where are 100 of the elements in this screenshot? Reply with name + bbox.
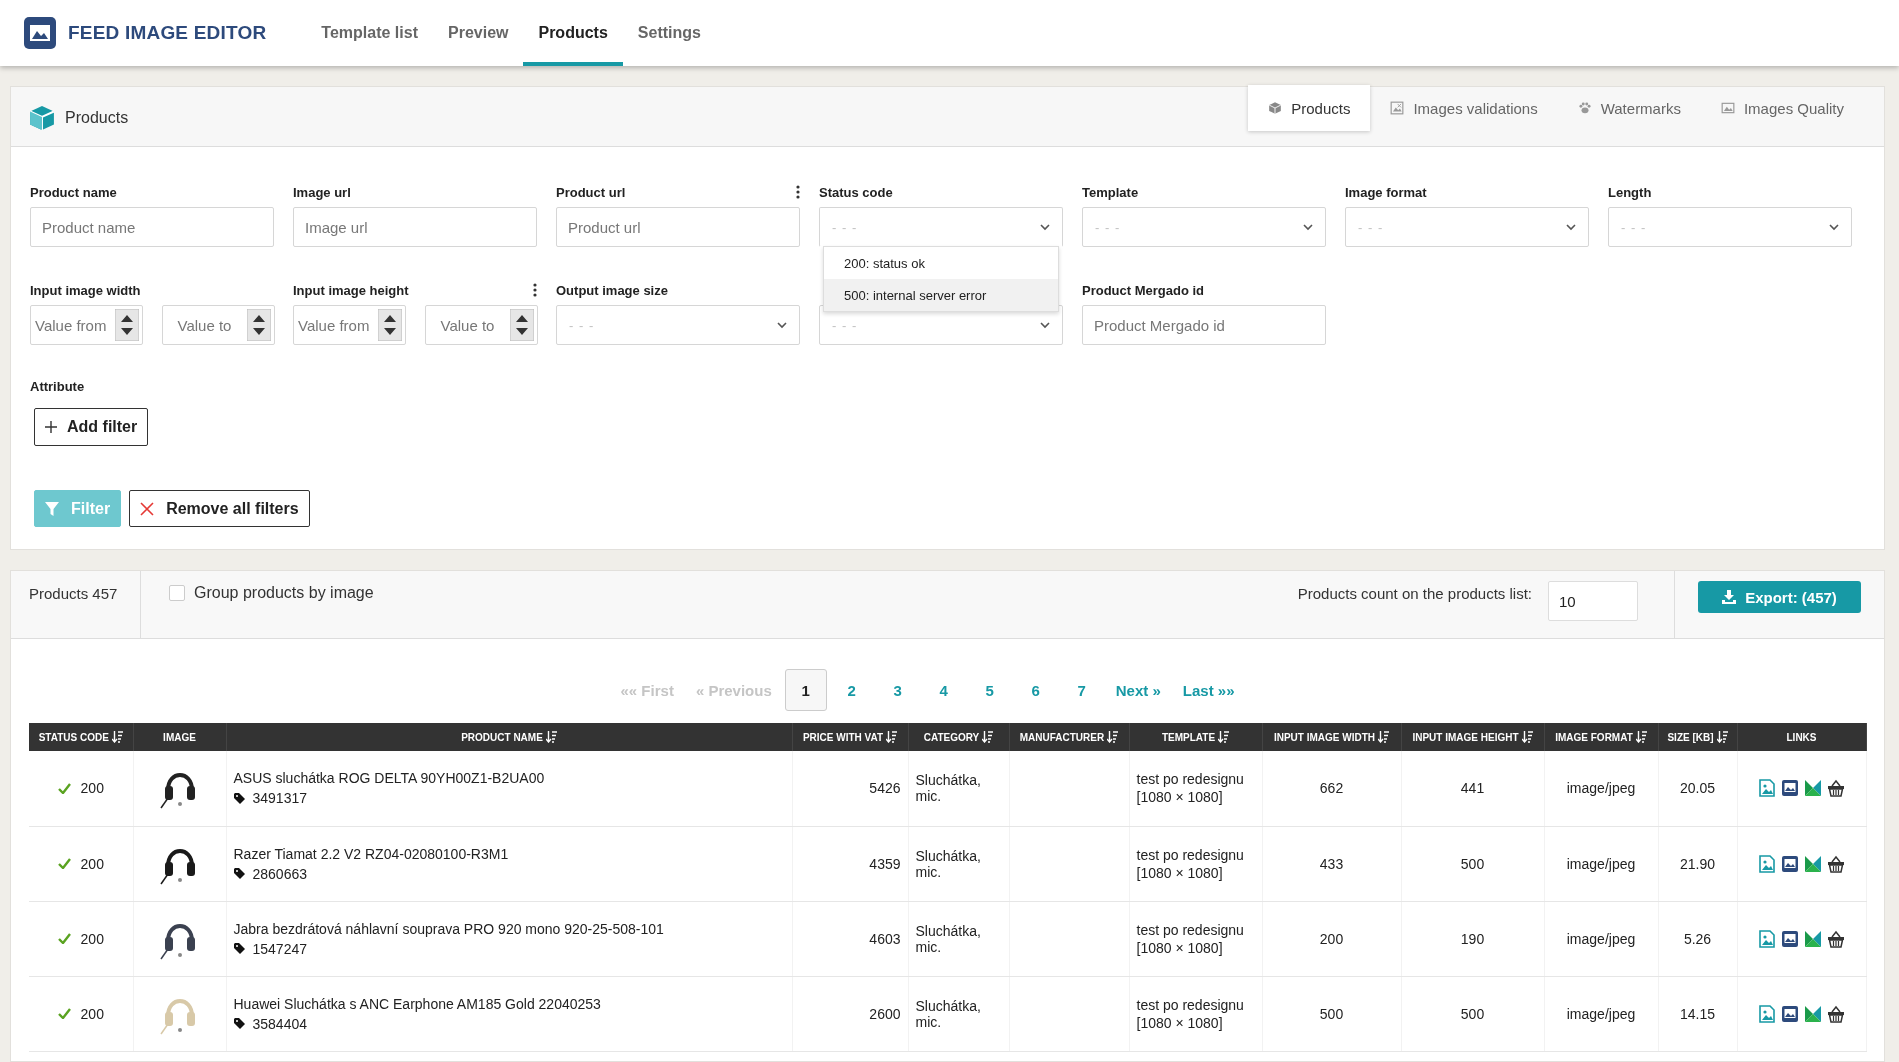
column-header[interactable]: STATUS CODE [29, 723, 133, 751]
sort-icon[interactable] [1218, 731, 1230, 743]
input-field[interactable]: Image url [293, 207, 537, 247]
triangles-icon[interactable] [1804, 854, 1822, 873]
export-button[interactable]: Export: (457) [1698, 581, 1861, 613]
basket-icon[interactable] [1827, 854, 1845, 873]
panel-tab[interactable]: Images Quality [1700, 85, 1864, 131]
dropdown-option[interactable]: 500: internal server error [824, 279, 1058, 311]
remove-filters-button[interactable]: Remove all filters [129, 490, 310, 527]
image-icon[interactable] [1781, 1004, 1799, 1023]
input-field[interactable]: Product name [30, 207, 274, 247]
page-link[interactable]: 4 [922, 669, 965, 711]
column-header[interactable]: PRICE WITH VAT [792, 723, 908, 751]
column-header[interactable]: INPUT IMAGE HEIGHT [1401, 723, 1544, 751]
panel-tab[interactable]: Watermarks [1557, 85, 1701, 131]
more-icon[interactable] [533, 283, 537, 297]
stepper-icon[interactable] [115, 309, 139, 341]
table-cell: 441 [1401, 751, 1544, 826]
field-label: Product url [556, 184, 626, 200]
image-icon[interactable] [1781, 929, 1799, 948]
page-link[interactable]: 3 [876, 669, 919, 711]
image-icon[interactable] [1781, 854, 1799, 873]
panel-tab[interactable]: Products [1248, 85, 1371, 131]
table-cell: 200 [1262, 901, 1401, 976]
column-header[interactable]: TEMPLATE [1129, 723, 1262, 751]
page-link[interactable]: 5 [968, 669, 1011, 711]
checkbox[interactable] [169, 585, 185, 601]
triangles-icon[interactable] [1804, 779, 1822, 798]
paw-icon [1577, 101, 1592, 115]
sort-icon[interactable] [1378, 731, 1390, 743]
table-cell: 500 [1401, 826, 1544, 901]
table-cell: 500 [1401, 976, 1544, 1051]
image-file-icon[interactable] [1758, 929, 1776, 948]
image-file-icon[interactable] [1758, 1004, 1776, 1023]
chevron-down-icon [1040, 223, 1050, 231]
image-icon[interactable] [1781, 779, 1799, 798]
input-field[interactable]: Product Mergado id [1082, 305, 1326, 345]
sort-icon[interactable] [982, 731, 994, 743]
app-title: FEED IMAGE EDITOR [68, 22, 267, 44]
page-link[interactable]: 1 [784, 669, 827, 711]
nav-tab[interactable]: Preview [433, 0, 524, 66]
column-header[interactable]: SIZE [KB] [1658, 723, 1737, 751]
triangles-icon[interactable] [1804, 929, 1822, 948]
stepper-icon[interactable] [510, 309, 534, 341]
column-header: IMAGE [133, 723, 226, 751]
page-link[interactable]: 7 [1060, 669, 1103, 711]
field-label: Product Mergado id [1082, 282, 1205, 298]
logo-icon [24, 17, 56, 49]
dropdown-option[interactable]: 200: status ok [824, 247, 1058, 279]
cube-icon [1268, 101, 1283, 115]
product-name: Razer Tiamat 2.2 V2 RZ04-02080100-R3M1 [233, 845, 510, 862]
nav-tab[interactable]: Products [523, 0, 623, 66]
stepper-icon[interactable] [247, 309, 271, 341]
product-name: ASUS sluchátka ROG DELTA 90YH00Z1-B2UA00 [233, 770, 546, 787]
column-header: LINKS [1737, 723, 1866, 751]
image-file-icon[interactable] [1758, 854, 1776, 873]
triangles-icon[interactable] [1804, 1004, 1822, 1023]
basket-icon[interactable] [1827, 929, 1845, 948]
status-code: 200 [80, 780, 104, 797]
more-icon[interactable] [796, 185, 800, 199]
column-header[interactable]: INPUT IMAGE WIDTH [1262, 723, 1401, 751]
page-link[interactable]: 6 [1014, 669, 1057, 711]
page-link[interactable]: Next » [1106, 669, 1170, 711]
field-label: Output image size [556, 282, 668, 298]
cube-icon [29, 105, 55, 131]
panel-tab[interactable]: Images validations [1370, 85, 1558, 131]
plus-icon [45, 421, 57, 433]
table-cell: 4603 [792, 901, 908, 976]
column-header[interactable]: MANUFACTURER [1009, 723, 1129, 751]
count-input[interactable]: 10 [1548, 581, 1638, 621]
group-checkbox[interactable]: Group products by image [141, 571, 374, 615]
sort-icon[interactable] [886, 731, 898, 743]
field-label: Input image height [293, 282, 409, 298]
table-cell: 5426 [792, 751, 908, 826]
input-field[interactable]: Product url [556, 207, 800, 247]
sort-icon[interactable] [1716, 731, 1728, 743]
basket-icon[interactable] [1827, 1004, 1845, 1023]
page-link[interactable]: 2 [830, 669, 873, 711]
sort-icon[interactable] [1107, 731, 1119, 743]
sort-icon[interactable] [1635, 731, 1647, 743]
column-header[interactable]: IMAGE FORMAT [1544, 723, 1658, 751]
chevron-down-icon [1040, 321, 1050, 329]
add-filter-button[interactable]: Add filter [34, 408, 149, 446]
sort-icon[interactable] [111, 731, 123, 743]
image-file-icon[interactable] [1758, 779, 1776, 798]
nav-tab[interactable]: Settings [622, 0, 716, 66]
nav-tab[interactable]: Template list [306, 0, 433, 66]
table-cell: image/jpeg [1544, 901, 1658, 976]
column-header[interactable]: PRODUCT NAME [226, 723, 792, 751]
chevron-down-icon [1303, 223, 1313, 231]
basket-icon[interactable] [1827, 779, 1845, 798]
column-header[interactable]: CATEGORY [908, 723, 1009, 751]
field-label: Template [1082, 184, 1139, 200]
sort-icon[interactable] [545, 731, 557, 743]
sort-icon[interactable] [1521, 731, 1533, 743]
stepper-icon[interactable] [378, 309, 402, 341]
table-cell: 20.05 [1658, 751, 1737, 826]
table-cell: 2600 [792, 976, 908, 1051]
tag-icon [233, 943, 245, 954]
page-link[interactable]: Last »» [1173, 669, 1244, 711]
